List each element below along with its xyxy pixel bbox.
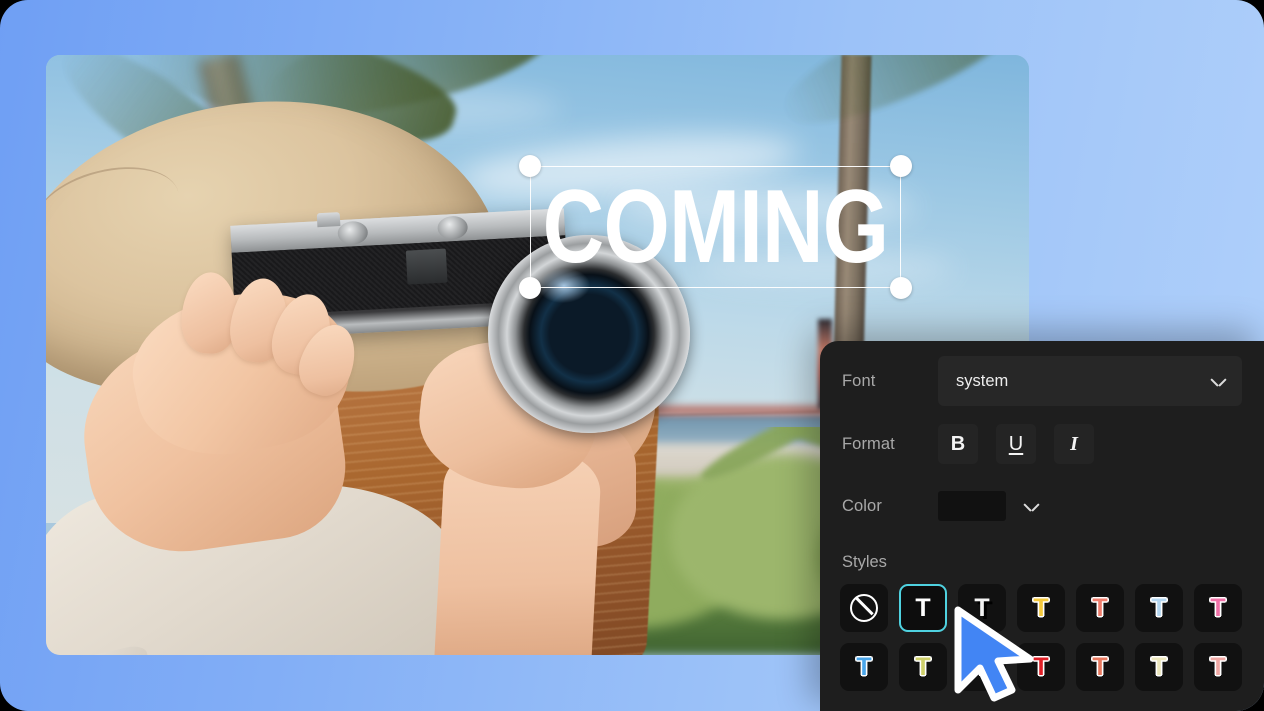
style-swatch-yellow-outline[interactable]: T (1017, 584, 1065, 632)
text-style-icon: T (856, 652, 872, 681)
no-style-icon (850, 594, 878, 622)
selection-bounding-box (530, 166, 901, 288)
resize-handle-bottom-left[interactable] (519, 277, 541, 299)
style-swatch-skyblue-outline[interactable]: T (1135, 584, 1183, 632)
style-swatch-pale-blue[interactable]: T (958, 643, 1006, 691)
color-swatch[interactable] (938, 491, 1006, 521)
color-label: Color (842, 496, 882, 515)
text-style-icon: T (1151, 593, 1167, 622)
text-style-icon: T (974, 652, 990, 681)
chevron-down-icon (1211, 377, 1226, 386)
style-swatch-none[interactable] (840, 584, 888, 632)
resize-handle-bottom-right[interactable] (890, 277, 912, 299)
font-selected-value: system (956, 371, 1009, 390)
camera-viewfinder (405, 248, 448, 286)
color-row: Color (842, 484, 1264, 528)
text-style-icon: T (1151, 652, 1167, 681)
camera-shutter-button (316, 212, 341, 227)
text-style-icon: T (1092, 652, 1108, 681)
font-select[interactable]: system (938, 356, 1242, 406)
text-style-icon: T (915, 593, 931, 622)
shirt-fold (52, 643, 157, 655)
style-swatch-coral-outline[interactable]: T (1076, 584, 1124, 632)
underline-button[interactable]: U (996, 424, 1036, 464)
text-properties-panel: Font system Format B U I Color Styles TT… (820, 341, 1264, 711)
text-style-icon: T (974, 593, 990, 622)
resize-handle-top-right[interactable] (890, 155, 912, 177)
style-swatch-rose-outline[interactable]: T (1194, 643, 1242, 691)
text-style-icon: T (915, 652, 931, 681)
text-style-icon: T (1033, 593, 1049, 622)
style-swatch-plain-white[interactable]: T (899, 584, 947, 632)
style-swatch-blue-outline[interactable]: T (840, 643, 888, 691)
bold-button[interactable]: B (938, 424, 978, 464)
style-swatch-white-shadow[interactable]: T (958, 584, 1006, 632)
app-root: COMING Font system Format B U I Color St… (0, 0, 1264, 711)
text-style-icon: T (1033, 652, 1049, 681)
style-swatch-red-outline[interactable]: T (1017, 643, 1065, 691)
resize-handle-top-left[interactable] (519, 155, 541, 177)
style-swatch-salmon-outline[interactable]: T (1076, 643, 1124, 691)
format-row: Format B U I (842, 422, 1264, 466)
chevron-down-icon[interactable] (1024, 502, 1039, 511)
styles-label: Styles (842, 553, 887, 571)
style-swatch-cream-outline[interactable]: T (1135, 643, 1183, 691)
text-style-icon: T (1092, 593, 1108, 622)
text-style-icon: T (1210, 652, 1226, 681)
styles-grid: T T T T T T T T T T T T T (840, 584, 1242, 691)
style-swatch-pink-outline[interactable]: T (1194, 584, 1242, 632)
font-label: Font (842, 371, 876, 390)
italic-button[interactable]: I (1054, 424, 1094, 464)
font-row: Font system (842, 356, 1264, 406)
style-swatch-olive-outline[interactable]: T (899, 643, 947, 691)
format-label: Format (842, 434, 895, 453)
text-style-icon: T (1210, 593, 1226, 622)
